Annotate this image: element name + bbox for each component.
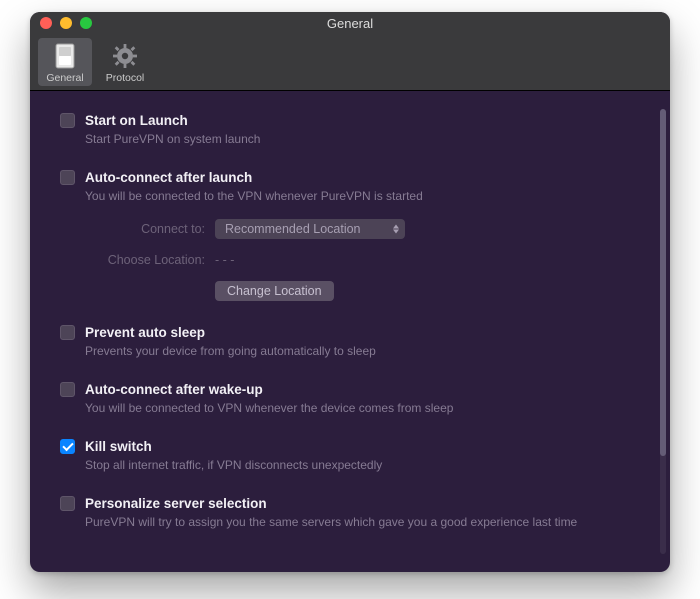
setting-auto-connect-wake: Auto-connect after wake-up You will be c… [60,382,638,415]
prevent-sleep-desc: Prevents your device from going automati… [85,344,638,358]
tab-protocol-label: Protocol [106,72,145,84]
setting-auto-connect-launch: Auto-connect after launch You will be co… [60,170,638,301]
auto-connect-launch-checkbox[interactable] [60,170,75,185]
setting-kill-switch: Kill switch Stop all internet traffic, i… [60,439,638,472]
kill-switch-title: Kill switch [85,439,152,454]
scrollbar[interactable] [660,109,666,554]
close-button[interactable] [40,17,52,29]
scrollbar-thumb[interactable] [660,109,666,456]
connect-to-select[interactable]: Recommended Location [215,219,405,239]
tab-general-label: General [46,72,83,84]
start-on-launch-checkbox[interactable] [60,113,75,128]
tab-protocol[interactable]: Protocol [98,38,152,86]
personalize-desc: PureVPN will try to assign you the same … [85,515,638,529]
connect-to-value: Recommended Location [225,222,361,236]
titlebar: General [30,12,670,34]
prevent-sleep-title: Prevent auto sleep [85,325,205,340]
auto-connect-launch-desc: You will be connected to the VPN wheneve… [85,189,638,203]
auto-connect-sub-area: Connect to: Recommended Location Choose … [85,219,638,301]
change-location-button[interactable]: Change Location [215,281,334,301]
zoom-button[interactable] [80,17,92,29]
gear-icon [111,42,139,70]
start-on-launch-title: Start on Launch [85,113,188,128]
preferences-toolbar: General [30,34,670,91]
chevron-updown-icon [393,225,399,234]
kill-switch-desc: Stop all internet traffic, if VPN discon… [85,458,638,472]
setting-personalize: Personalize server selection PureVPN wil… [60,496,638,529]
auto-connect-wake-title: Auto-connect after wake-up [85,382,263,397]
choose-location-value: - - - [215,253,234,267]
auto-connect-launch-title: Auto-connect after launch [85,170,252,185]
personalize-title: Personalize server selection [85,496,267,511]
start-on-launch-desc: Start PureVPN on system launch [85,132,638,146]
preferences-window: General General [30,12,670,572]
personalize-checkbox[interactable] [60,496,75,511]
choose-location-label: Choose Location: [85,253,205,267]
window-title: General [30,16,670,31]
auto-connect-wake-checkbox[interactable] [60,382,75,397]
content-area: Start on Launch Start PureVPN on system … [30,91,670,572]
settings-scroll[interactable]: Start on Launch Start PureVPN on system … [30,91,658,572]
tab-general[interactable]: General [38,38,92,86]
prevent-sleep-checkbox[interactable] [60,325,75,340]
traffic-lights [30,17,92,29]
setting-prevent-sleep: Prevent auto sleep Prevents your device … [60,325,638,358]
connect-to-label: Connect to: [85,222,205,236]
kill-switch-checkbox[interactable] [60,439,75,454]
setting-start-on-launch: Start on Launch Start PureVPN on system … [60,113,638,146]
minimize-button[interactable] [60,17,72,29]
auto-connect-wake-desc: You will be connected to VPN whenever th… [85,401,638,415]
switch-icon [51,42,79,70]
